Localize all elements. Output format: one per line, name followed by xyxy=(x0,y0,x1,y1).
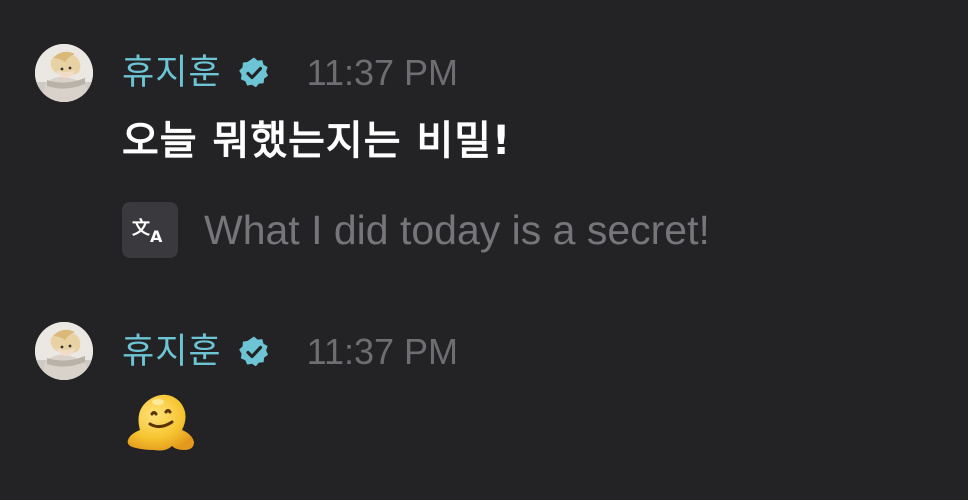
translation-text: What I did today is a secret! xyxy=(204,206,710,253)
author-name[interactable]: 휴지훈 xyxy=(122,48,222,98)
melting-face-emoji xyxy=(124,390,200,454)
avatar[interactable] xyxy=(35,44,93,102)
translate-icon[interactable]: 文 A xyxy=(122,202,178,258)
message-timestamp: 11:37 PM xyxy=(306,331,459,372)
message-timestamp: 11:37 PM xyxy=(306,52,459,93)
message-header: 휴지훈 11:37 PM xyxy=(122,327,458,377)
message-header: 휴지훈 11:37 PM xyxy=(122,48,458,98)
message-text: 오늘 뭐했는지는 비밀! xyxy=(122,118,512,164)
author-name[interactable]: 휴지훈 xyxy=(122,327,222,377)
translation-row[interactable]: 文 A What I did today is a secret! xyxy=(122,202,710,258)
verified-badge-icon xyxy=(237,335,271,369)
verified-badge-icon xyxy=(237,56,271,90)
chat-thread: 휴지훈 11:37 PM 오늘 뭐했는지는 비밀! 文 A What I did… xyxy=(0,0,968,500)
svg-text:A: A xyxy=(150,227,163,245)
svg-text:文: 文 xyxy=(132,217,151,239)
avatar[interactable] xyxy=(35,322,93,380)
